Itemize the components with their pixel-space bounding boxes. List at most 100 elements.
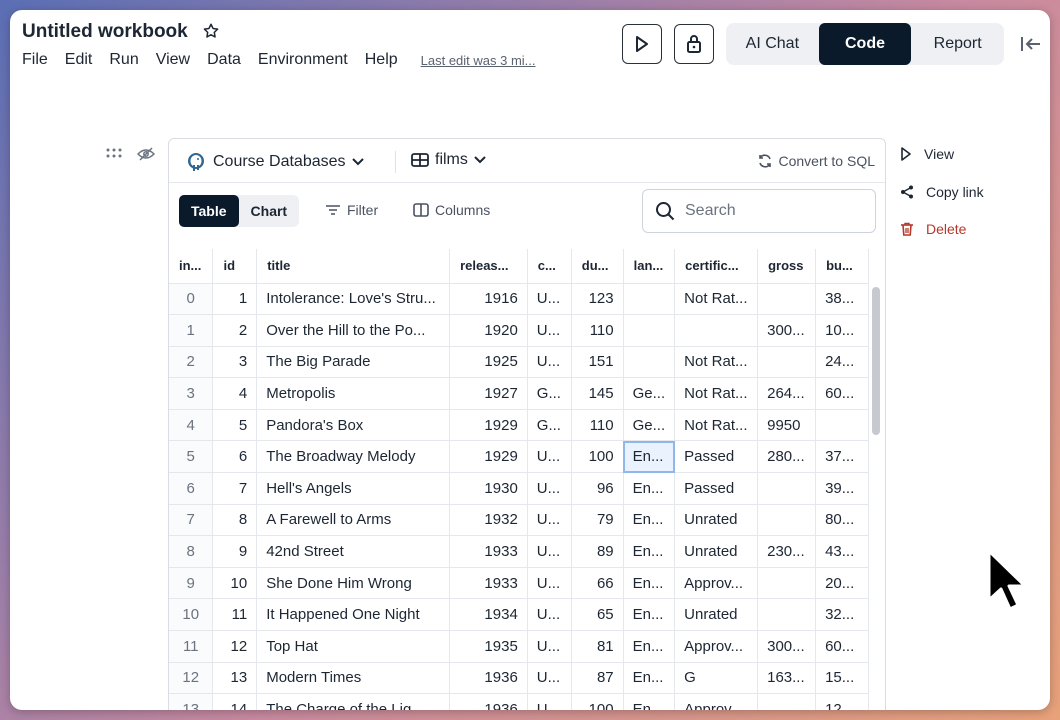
column-header[interactable]: releas...	[449, 249, 528, 284]
table-cell[interactable]: 264...	[757, 377, 817, 410]
tab-table[interactable]: Table	[179, 195, 239, 227]
row-index-cell[interactable]: 7	[169, 504, 214, 537]
table-cell[interactable]: 9950	[757, 409, 817, 442]
table-cell[interactable]	[623, 346, 676, 379]
context-view[interactable]: View	[900, 146, 954, 162]
table-cell[interactable]: 60...	[815, 377, 869, 410]
row-index-cell[interactable]: 5	[169, 440, 214, 474]
table-cell[interactable]: U...	[527, 598, 572, 632]
table-cell[interactable]: 1929	[449, 409, 528, 442]
table-cell[interactable]: 10	[212, 567, 258, 600]
table-cell[interactable]: 1916	[449, 283, 528, 316]
table-cell[interactable]: U...	[527, 567, 572, 600]
row-index-cell[interactable]: 11	[169, 630, 214, 663]
table-cell[interactable]: Ge...	[623, 377, 676, 410]
table-cell[interactable]: En...	[623, 567, 676, 600]
table-cell[interactable]	[757, 598, 817, 632]
table-cell[interactable]	[623, 283, 676, 316]
table-cell[interactable]: 300...	[757, 314, 817, 347]
table-cell[interactable]: U...	[527, 314, 572, 347]
table-cell[interactable]: 145	[571, 377, 624, 410]
table-cell[interactable]: 65	[571, 598, 624, 632]
table-cell[interactable]: 3	[212, 346, 258, 379]
mode-report[interactable]: Report	[911, 23, 1004, 65]
table-cell[interactable]: 24...	[815, 346, 869, 379]
table-cell[interactable]: Passed	[674, 440, 759, 474]
table-cell[interactable]: Not Rat...	[674, 283, 759, 316]
table-cell[interactable]: U...	[527, 693, 572, 710]
menu-file[interactable]: File	[22, 51, 48, 69]
table-cell[interactable]: 60...	[815, 630, 869, 663]
row-index-cell[interactable]: 10	[169, 598, 214, 632]
table-cell[interactable]	[674, 314, 759, 347]
menu-environment[interactable]: Environment	[258, 51, 348, 69]
hide-eye-icon[interactable]	[137, 147, 155, 161]
row-index-cell[interactable]: 4	[169, 409, 214, 442]
table-row[interactable]: 8 9 42nd Street 1933 U... 89 En... Unrated 230..…	[169, 535, 869, 568]
star-icon[interactable]	[202, 22, 220, 40]
mode-code[interactable]: Code	[818, 23, 912, 65]
table-cell[interactable]: U...	[527, 535, 572, 568]
table-row[interactable]: 11 12 Top Hat 1935 U... 81 En... Approv... 300..…	[169, 630, 869, 663]
table-cell[interactable]: 14	[212, 693, 258, 710]
table-cell[interactable]: 38...	[815, 283, 869, 316]
menu-help[interactable]: Help	[365, 51, 398, 69]
table-cell[interactable]: 8	[212, 504, 258, 537]
table-row[interactable]: 12 13 Modern Times 1936 U... 87 En... G 163... 15…	[169, 662, 869, 695]
table-cell[interactable]: 1932	[449, 504, 528, 537]
menu-run[interactable]: Run	[109, 51, 138, 69]
filter-button[interactable]: Filter	[325, 202, 378, 218]
table-cell[interactable]: 15...	[815, 662, 869, 695]
table-cell[interactable]: 43...	[815, 535, 869, 568]
table-cell[interactable]: 1935	[449, 630, 528, 663]
column-header[interactable]: title	[256, 249, 451, 284]
table-cell[interactable]: It Happened One Night	[256, 598, 451, 632]
column-header[interactable]: bu...	[815, 249, 869, 284]
menu-data[interactable]: Data	[207, 51, 241, 69]
table-cell[interactable]: Approv...	[674, 567, 759, 600]
table-row[interactable]: 4 5 Pandora's Box 1929 G... 110 Ge... Not Rat..…	[169, 409, 869, 442]
table-cell[interactable]: 163...	[757, 662, 817, 695]
run-button[interactable]	[622, 24, 662, 64]
row-index-cell[interactable]: 9	[169, 567, 214, 600]
table-row[interactable]: 6 7 Hell's Angels 1930 U... 96 En... Passed 39..…	[169, 472, 869, 505]
table-cell[interactable]: G...	[527, 409, 572, 442]
table-cell[interactable]: Approv...	[674, 630, 759, 663]
table-cell[interactable]: Intolerance: Love's Stru...	[256, 283, 451, 316]
table-cell[interactable]: 1925	[449, 346, 528, 379]
collapse-panel-icon[interactable]	[1020, 35, 1042, 53]
workbook-title[interactable]: Untitled workbook	[22, 21, 188, 43]
table-cell[interactable]: Unrated	[674, 535, 759, 568]
table-cell[interactable]: 1929	[449, 440, 528, 474]
table-cell[interactable]: U...	[527, 440, 572, 474]
table-select[interactable]: films	[411, 151, 486, 169]
table-cell[interactable]: 12	[212, 630, 258, 663]
table-cell[interactable]: Ge...	[623, 409, 676, 442]
table-cell[interactable]	[757, 346, 817, 379]
table-cell[interactable]: Not Rat...	[674, 346, 759, 379]
table-cell[interactable]: 20...	[815, 567, 869, 600]
column-header[interactable]: du...	[571, 249, 624, 284]
context-copy-link[interactable]: Copy link	[900, 184, 984, 200]
table-cell[interactable]: 1934	[449, 598, 528, 632]
table-cell[interactable]: Metropolis	[256, 377, 451, 410]
table-cell[interactable]: 80...	[815, 504, 869, 537]
table-cell[interactable]: 6	[212, 440, 258, 474]
table-cell[interactable]: 100	[571, 440, 624, 474]
table-cell[interactable]: U...	[527, 283, 572, 316]
table-cell[interactable]: 1927	[449, 377, 528, 410]
column-header[interactable]: in...	[169, 249, 214, 284]
vertical-scrollbar[interactable]	[872, 287, 880, 435]
table-cell[interactable]: Over the Hill to the Po...	[256, 314, 451, 347]
table-row[interactable]: 5 6 The Broadway Melody 1929 U... 100 En... Pas…	[169, 440, 869, 474]
table-cell[interactable]: En...	[623, 693, 676, 710]
table-cell[interactable]: 110	[571, 314, 624, 347]
row-index-cell[interactable]: 0	[169, 283, 214, 316]
menu-view[interactable]: View	[156, 51, 190, 69]
table-cell[interactable]: The Broadway Melody	[256, 440, 451, 474]
table-cell[interactable]: U...	[527, 504, 572, 537]
table-cell[interactable]: 96	[571, 472, 624, 505]
table-cell[interactable]	[815, 409, 869, 442]
menu-edit[interactable]: Edit	[65, 51, 93, 69]
table-cell[interactable]: En...	[623, 630, 676, 663]
